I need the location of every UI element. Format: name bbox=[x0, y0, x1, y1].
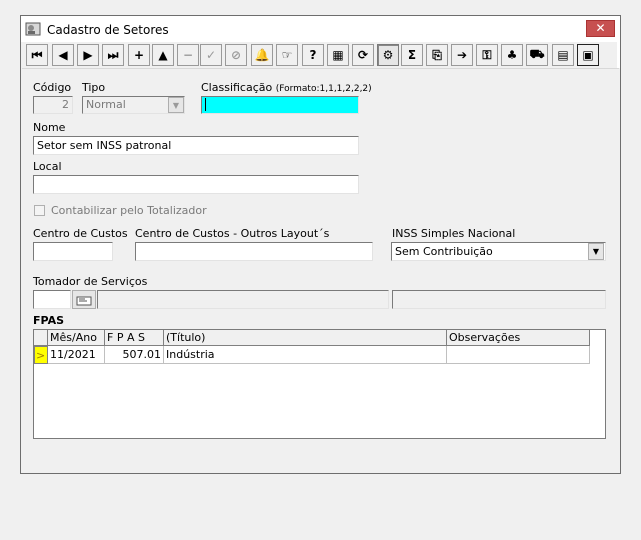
tree-icon: ♣ bbox=[506, 48, 518, 62]
tomador-code-field[interactable] bbox=[33, 290, 71, 309]
calendar-icon: ▤ bbox=[557, 48, 569, 62]
classificacao-field[interactable] bbox=[201, 96, 359, 114]
close-icon: ✕ bbox=[595, 21, 606, 35]
cell-mes-ano[interactable]: 11/2021 bbox=[48, 346, 105, 364]
vehicle-icon: ⛟ bbox=[529, 47, 545, 61]
tipo-dropdown-arrow-icon[interactable]: ▼ bbox=[168, 97, 184, 113]
refresh-button[interactable]: ⟳ bbox=[352, 44, 374, 66]
pointer-button[interactable]: ☞ bbox=[276, 44, 298, 66]
cell-observacoes[interactable] bbox=[447, 346, 590, 364]
pointing-hand-icon bbox=[76, 296, 92, 305]
bell-icon: 🔔 bbox=[254, 48, 270, 62]
sum-button[interactable]: Σ bbox=[401, 44, 423, 66]
local-label: Local bbox=[33, 160, 62, 173]
pointer-icon: ☞ bbox=[281, 48, 293, 62]
edit-button[interactable]: ▲ bbox=[152, 44, 174, 66]
centro-custos-outros-label: Centro de Custos - Outros Layout´s bbox=[135, 227, 330, 240]
sum-icon: Σ bbox=[407, 48, 417, 62]
next-record-icon: ▶ bbox=[83, 48, 93, 62]
copy-button[interactable]: ⎘ bbox=[426, 44, 448, 66]
codigo-label: Código bbox=[33, 81, 72, 94]
centro-custos-field[interactable] bbox=[33, 242, 113, 261]
classificacao-label: Classificação (Formato:1,1,1,2,2,2) bbox=[201, 81, 372, 94]
inss-simples-value: Sem Contribuição bbox=[395, 245, 493, 258]
tomador-name-field bbox=[97, 290, 389, 309]
first-record-button[interactable]: ⏮ bbox=[26, 44, 48, 66]
cell-fpas[interactable]: 507.01 bbox=[105, 346, 164, 364]
nome-field[interactable]: Setor sem INSS patronal bbox=[33, 136, 359, 155]
post-button[interactable]: ✓ bbox=[200, 44, 222, 66]
contabilizar-label: Contabilizar pelo Totalizador bbox=[51, 204, 207, 217]
key-button[interactable]: ⚿ bbox=[476, 44, 498, 66]
calendar-button[interactable]: ▤ bbox=[552, 44, 574, 66]
close-button[interactable]: ✕ bbox=[586, 20, 615, 37]
export-button[interactable]: ➔ bbox=[451, 44, 473, 66]
next-record-button[interactable]: ▶ bbox=[77, 44, 99, 66]
centro-custos-outros-field[interactable] bbox=[135, 242, 373, 261]
cancel-button[interactable]: ⊘ bbox=[225, 44, 247, 66]
centro-custos-label: Centro de Custos bbox=[33, 227, 128, 240]
insert-button[interactable]: + bbox=[128, 44, 150, 66]
classificacao-format-hint: (Formato:1,1,1,2,2,2) bbox=[275, 84, 372, 94]
cell-titulo[interactable]: Indústria bbox=[164, 346, 447, 364]
grid-header-observacoes[interactable]: Observações bbox=[447, 330, 590, 346]
grid-header-titulo[interactable]: (Título) bbox=[164, 330, 447, 346]
tomador-label: Tomador de Serviços bbox=[33, 275, 148, 288]
grid-header-mes-ano[interactable]: Mês/Ano bbox=[48, 330, 105, 346]
grid-button[interactable]: ▦ bbox=[327, 44, 349, 66]
window-title: Cadastro de Setores bbox=[47, 23, 169, 37]
key-icon: ⚿ bbox=[482, 47, 492, 62]
inss-simples-select[interactable]: Sem Contribuição bbox=[391, 242, 606, 261]
edit-icon: ▲ bbox=[158, 48, 168, 62]
last-record-button[interactable]: ⏭ bbox=[102, 44, 124, 66]
refresh-icon: ⟳ bbox=[357, 48, 369, 62]
tipo-label: Tipo bbox=[82, 81, 106, 94]
delete-button[interactable]: − bbox=[177, 44, 199, 66]
search-button[interactable]: ? bbox=[302, 44, 324, 66]
first-record-icon: ⏮ bbox=[31, 47, 43, 62]
classificacao-label-text: Classificação bbox=[201, 81, 273, 94]
app-icon bbox=[25, 21, 41, 37]
export-icon: ➔ bbox=[456, 48, 468, 62]
org-icon: ⚙ bbox=[382, 48, 394, 62]
insert-icon: + bbox=[133, 48, 145, 62]
exit-button[interactable]: ▣ bbox=[577, 44, 599, 66]
inss-simples-label: INSS Simples Nacional bbox=[392, 227, 516, 240]
vehicle-button[interactable]: ⛟ bbox=[526, 44, 548, 66]
prior-record-icon: ◀ bbox=[58, 48, 68, 62]
text-cursor bbox=[205, 98, 206, 111]
codigo-field[interactable]: 2 bbox=[33, 96, 73, 114]
local-field[interactable] bbox=[33, 175, 359, 194]
tree-button[interactable]: ♣ bbox=[501, 44, 523, 66]
cancel-icon: ⊘ bbox=[230, 48, 242, 62]
last-record-icon: ⏭ bbox=[107, 47, 119, 62]
nome-label: Nome bbox=[33, 121, 66, 134]
contabilizar-checkbox[interactable] bbox=[34, 205, 45, 216]
tomador-extra-field bbox=[392, 290, 606, 309]
tomador-lookup-button[interactable] bbox=[72, 290, 96, 309]
post-icon: ✓ bbox=[205, 48, 217, 62]
tipo-select-value: Normal bbox=[86, 98, 126, 111]
row-indicator[interactable]: > bbox=[34, 346, 48, 364]
inss-dropdown-arrow-icon[interactable]: ▼ bbox=[588, 243, 604, 260]
exit-icon: ▣ bbox=[582, 48, 594, 62]
prior-record-button[interactable]: ◀ bbox=[52, 44, 74, 66]
delete-icon: − bbox=[182, 48, 194, 62]
grid-indicator-header bbox=[34, 330, 48, 346]
toolbar-divider bbox=[617, 42, 620, 68]
org-button[interactable]: ⚙ bbox=[377, 44, 399, 66]
grid-header-fpas[interactable]: F P A S bbox=[105, 330, 164, 346]
search-icon: ? bbox=[309, 48, 317, 62]
bell-button[interactable]: 🔔 bbox=[251, 44, 273, 66]
fpas-section-title: FPAS bbox=[33, 314, 65, 327]
grid-icon: ▦ bbox=[332, 48, 344, 62]
copy-icon: ⎘ bbox=[432, 47, 442, 62]
